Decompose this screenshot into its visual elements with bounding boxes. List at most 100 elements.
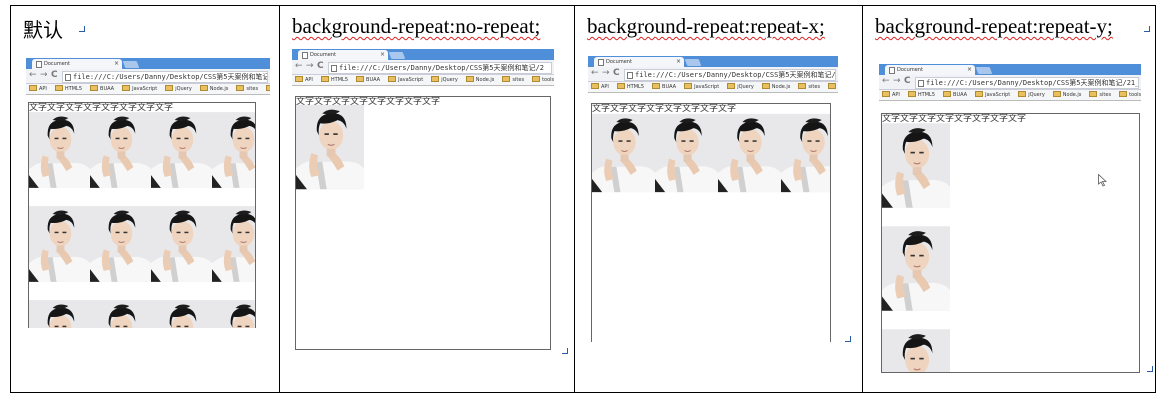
bookmark-jquery[interactable]: jQuery	[431, 75, 458, 85]
portrait-tile	[592, 113, 655, 193]
folder-icon	[1018, 91, 1027, 97]
page-icon	[65, 74, 71, 81]
bookmark-buaa[interactable]: BUAA	[652, 82, 676, 92]
folder-icon	[502, 76, 511, 82]
folder-icon	[431, 76, 440, 82]
bookmark-nodejs[interactable]: Node.js	[761, 82, 790, 92]
panel-title: background-repeat:repeat-y;	[875, 14, 1113, 38]
bookmark-javascript[interactable]: JavaScript	[122, 84, 157, 94]
folder-icon	[1089, 91, 1098, 97]
mouse-cursor-icon	[1098, 174, 1107, 187]
browser-window: Document × ← → C file:///C:/Users/Danny/D…	[26, 58, 270, 328]
close-icon[interactable]: ×	[967, 65, 972, 75]
bookmark-javascript[interactable]: JavaScript	[975, 90, 1010, 100]
tab-document[interactable]: Document ×	[594, 57, 684, 67]
folder-icon	[29, 85, 37, 91]
bookmark-html5[interactable]: HTML5	[54, 84, 82, 94]
bookmarks-bar: API HTML5 BUAA JavaScript jQuery Node.js sites…	[879, 90, 1141, 101]
close-icon[interactable]: ×	[380, 50, 385, 60]
document-icon	[889, 67, 895, 74]
bookmark-html5[interactable]: HTML5	[320, 75, 348, 85]
bookmark-html5[interactable]: HTML5	[616, 82, 644, 92]
bookmark-javascript[interactable]: JavaScript	[388, 75, 423, 85]
reload-icon[interactable]: C	[317, 61, 324, 71]
portrait-background	[592, 113, 830, 193]
panel-title: 默认	[23, 18, 63, 42]
back-icon[interactable]: ←	[29, 70, 37, 80]
bookmark-api[interactable]: API	[29, 84, 47, 94]
back-icon[interactable]: ←	[882, 76, 890, 86]
browser-toolbar: ← → C file:///C:/Users/Danny/Desktop/CSS…	[588, 67, 838, 82]
bookmark-api[interactable]: API	[882, 90, 900, 100]
tab-document[interactable]: Document ×	[885, 65, 975, 75]
new-tab-button[interactable]	[975, 67, 993, 74]
folder-icon	[943, 91, 952, 97]
bookmark-sites[interactable]: sites	[502, 75, 524, 85]
bookmark-api[interactable]: API	[591, 82, 609, 92]
bookmark-nodejs[interactable]: Node.js	[1052, 90, 1081, 100]
bookmark-tools[interactable]: tools	[532, 75, 554, 85]
paragraph-mark-icon	[1147, 366, 1153, 372]
folder-icon	[122, 85, 131, 91]
bookmark-jquery[interactable]: jQuery	[165, 84, 192, 94]
address-bar[interactable]: file:///C:/Users/Danny/Desktop/CSS第5天案例和…	[624, 69, 836, 81]
bookmark-sites[interactable]: sites	[1089, 90, 1111, 100]
bookmark-nodejs[interactable]: Node.js	[199, 84, 228, 94]
browser-window: Document × ← → C file:///C:/Users/Danny/D…	[879, 64, 1141, 374]
back-icon[interactable]: ←	[591, 68, 599, 78]
address-bar[interactable]: file:///C:/Users/Danny/Desktop/CSS第5天案例和…	[915, 77, 1139, 89]
bookmark-tools[interactable]: tools	[828, 82, 838, 92]
bookmark-buaa[interactable]: BUAA	[90, 84, 114, 94]
bookmark-javascript[interactable]: JavaScript	[684, 82, 719, 92]
folder-icon	[236, 85, 245, 91]
reload-icon[interactable]: C	[51, 70, 58, 80]
close-icon[interactable]: ×	[114, 59, 119, 69]
bookmarks-bar: API HTML5 BUAA JavaScript jQuery Node.js sites…	[292, 75, 554, 86]
document-table: 默认 Document × ← → C file:///C:/Users/Dann…	[10, 5, 1156, 393]
address-bar[interactable]: file:///C:/Users/Danny/Desktop/CSS第5天案例和…	[62, 71, 268, 83]
panel-default: 默认 Document × ← → C file:///C:/Users/Dann…	[10, 5, 280, 393]
folder-icon	[90, 85, 99, 91]
portrait-background	[29, 111, 255, 328]
reload-icon[interactable]: C	[613, 68, 620, 78]
bookmark-buaa[interactable]: BUAA	[943, 90, 967, 100]
portrait-tile	[882, 328, 950, 372]
bookmark-api[interactable]: API	[295, 75, 313, 85]
tab-bar: Document ×	[292, 49, 554, 60]
browser-window: Document × ← → C file:///C:/Users/Danny/D…	[292, 49, 554, 355]
back-icon[interactable]: ←	[295, 61, 303, 71]
forward-icon[interactable]: →	[40, 70, 48, 80]
forward-icon[interactable]: →	[893, 76, 901, 86]
bookmark-buaa[interactable]: BUAA	[356, 75, 380, 85]
bookmark-html5[interactable]: HTML5	[907, 90, 935, 100]
forward-icon[interactable]: →	[602, 68, 610, 78]
reload-icon[interactable]: C	[904, 76, 911, 86]
forward-icon[interactable]: →	[306, 61, 314, 71]
portrait-tile	[655, 113, 718, 193]
bookmark-sites[interactable]: sites	[798, 82, 820, 92]
portrait-tile	[90, 111, 151, 189]
bookmark-sites[interactable]: sites	[236, 84, 258, 94]
bookmark-tools[interactable]: tools	[1119, 90, 1141, 100]
close-icon[interactable]: ×	[676, 57, 681, 67]
portrait-tile	[90, 299, 151, 328]
viewport-text: 文字文字文字文字文字文字文字文字	[29, 103, 174, 113]
new-tab-button[interactable]	[122, 61, 140, 68]
bookmark-jquery[interactable]: jQuery	[1018, 90, 1045, 100]
bookmark-jquery[interactable]: jQuery	[727, 82, 754, 92]
portrait-tile	[29, 299, 90, 328]
folder-icon	[907, 91, 916, 97]
tab-document[interactable]: Document ×	[32, 59, 122, 69]
panel-no-repeat: background-repeat:no-repeat; Document × ←…	[279, 5, 575, 393]
new-tab-button[interactable]	[388, 52, 406, 59]
bookmark-tools[interactable]: tools	[266, 84, 270, 94]
panel-title: background-repeat:repeat-x;	[587, 14, 825, 38]
portrait-tile	[882, 122, 950, 209]
bookmark-nodejs[interactable]: Node.js	[465, 75, 494, 85]
new-tab-button[interactable]	[684, 59, 702, 66]
browser-toolbar: ← → C file:///C:/Users/Danny/Desktop/CSS…	[879, 75, 1141, 90]
folder-icon	[266, 85, 270, 91]
tab-document[interactable]: Document ×	[298, 50, 388, 60]
address-bar[interactable]: file:///C:/Users/Danny/Desktop/CSS第5天案例和…	[328, 62, 552, 74]
page-viewport: 文字文字文字文字文字文字文字文字	[28, 102, 256, 328]
